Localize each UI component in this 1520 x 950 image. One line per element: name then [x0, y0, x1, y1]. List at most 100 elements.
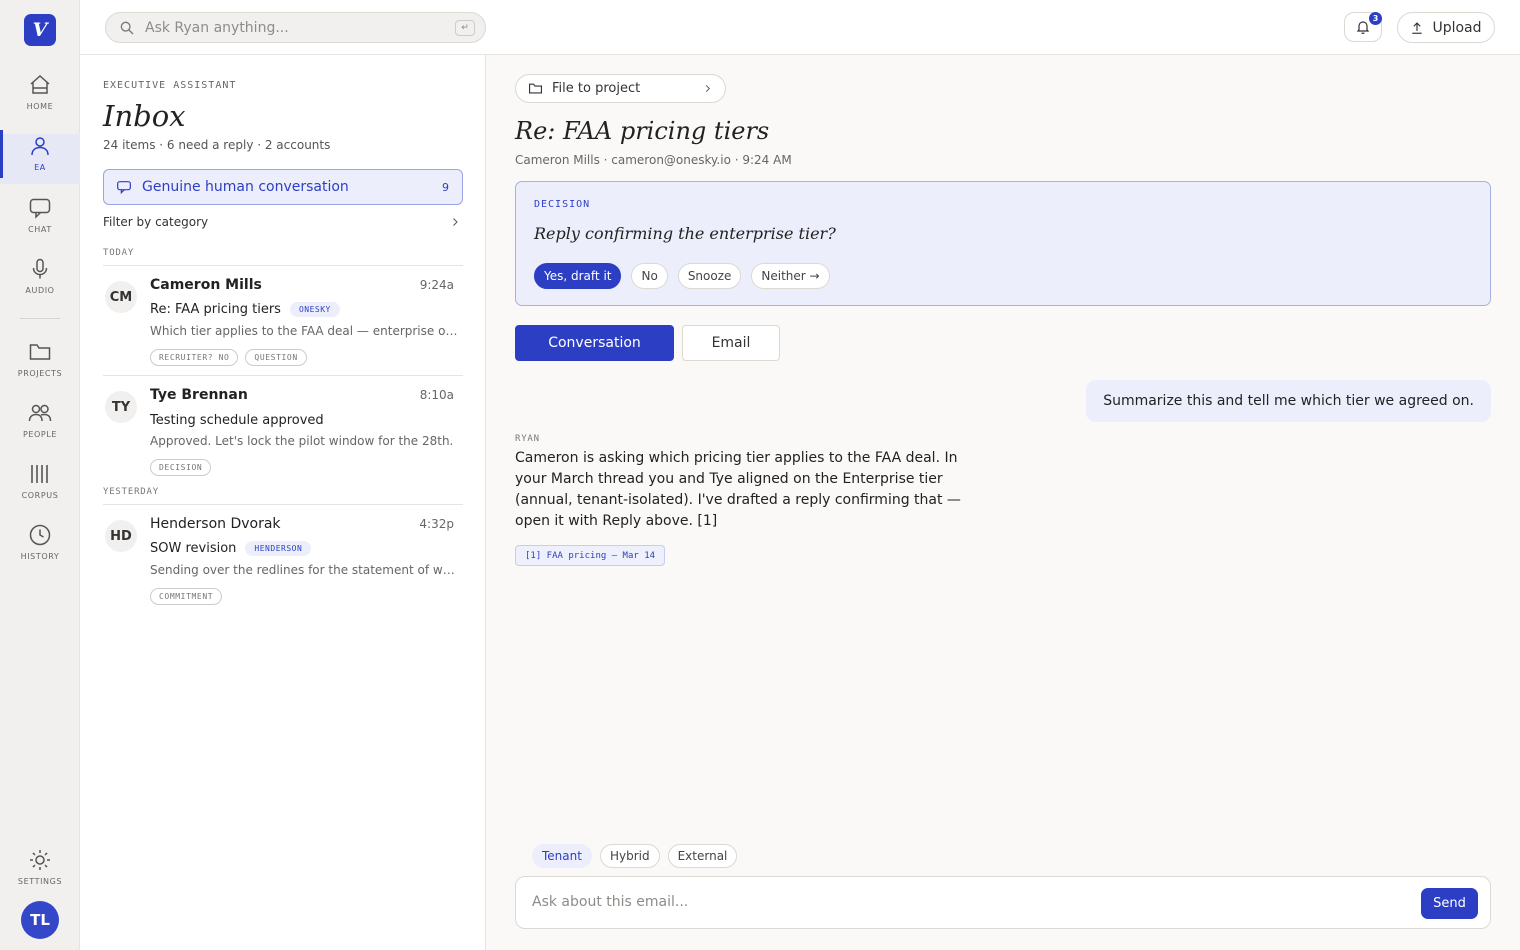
subject-text: Re: FAA pricing tiers: [150, 302, 281, 317]
folder-icon: [29, 344, 51, 360]
upload-button[interactable]: Upload: [1397, 12, 1495, 43]
upload-label: Upload: [1432, 19, 1482, 36]
nav-chat[interactable]: CHAT: [0, 196, 80, 246]
person-icon: [31, 137, 49, 156]
chat-icon: [29, 198, 51, 219]
send-button[interactable]: Send: [1421, 888, 1478, 919]
sender-name: Henderson Dvorak: [150, 516, 281, 532]
inbox-row[interactable]: HD Henderson Dvorak 4:32p SOW revision H…: [103, 504, 463, 614]
inbox-row[interactable]: CM Cameron Mills 9:24a Re: FAA pricing t…: [103, 265, 463, 375]
tab-conversation[interactable]: Conversation: [515, 325, 674, 361]
inbox-pane: EXECUTIVE ASSISTANT Inbox 24 items · 6 n…: [80, 55, 486, 950]
nav-settings[interactable]: SETTINGS: [0, 848, 80, 898]
nav-people-label: PEOPLE: [22, 430, 58, 439]
chevron-right-icon: [705, 84, 710, 93]
upload-icon: [1412, 21, 1423, 34]
message-time: 4:32p: [419, 517, 454, 531]
nav-history-label: HISTORY: [20, 552, 60, 561]
filter-count: 9: [442, 180, 449, 194]
inbox-title: Inbox: [103, 99, 186, 133]
filter-by-category[interactable]: Filter by category: [103, 215, 461, 229]
tag-list: DECISION: [150, 459, 212, 476]
tag: COMMITMENT: [150, 588, 223, 605]
group-label-yesterday: YESTERDAY: [103, 487, 159, 497]
nav-audio-label: AUDIO: [25, 286, 55, 295]
message-preview: Sending over the redlines for the statem…: [150, 563, 460, 577]
account-badge: HENDERSON: [245, 541, 312, 556]
nav-chat-label: CHAT: [28, 225, 52, 234]
search-icon: [120, 21, 134, 34]
scope-selector: Tenant Hybrid External: [532, 844, 738, 868]
top-bar: ↵ 3 Upload: [80, 0, 1520, 55]
snooze-button[interactable]: Snooze: [677, 263, 742, 289]
nav-divider: [20, 318, 60, 319]
tab-email[interactable]: Email: [682, 325, 780, 361]
assistant-name: RYAN: [515, 434, 540, 444]
filter-by-category-label: Filter by category: [103, 215, 209, 229]
nav-corpus[interactable]: CORPUS: [0, 462, 80, 512]
microphone-icon: [32, 258, 48, 279]
tag: QUESTION: [245, 349, 307, 366]
notifications-button[interactable]: 3: [1344, 12, 1382, 42]
scope-external[interactable]: External: [667, 844, 738, 868]
nav-ea[interactable]: EA: [0, 130, 80, 184]
group-label-today: TODAY: [103, 248, 135, 258]
sender-name: Tye Brennan: [150, 387, 248, 403]
human-conversation-filter[interactable]: Genuine human conversation 9: [103, 169, 463, 205]
sender-avatar: CM: [105, 281, 137, 313]
notifications-badge: 3: [1369, 12, 1382, 25]
tag-list: COMMITMENT: [150, 588, 223, 605]
assistant-message: Cameron is asking which pricing tier app…: [515, 450, 961, 529]
message-time: 9:24a: [419, 278, 454, 292]
message-time: 8:10a: [419, 388, 454, 402]
sender-name: Cameron Mills: [150, 277, 262, 293]
nav-history[interactable]: HISTORY: [0, 523, 80, 573]
message-sender-line: Cameron Mills · cameron@onesky.io · 9:24…: [515, 153, 792, 167]
subject-text: Testing schedule approved: [150, 413, 324, 428]
bell-icon: [1356, 21, 1370, 35]
message-preview: Which tier applies to the FAA deal — ent…: [150, 324, 460, 338]
nav-projects-label: PROJECTS: [17, 369, 63, 378]
nav-ea-label: EA: [34, 163, 46, 172]
sender-avatar: HD: [105, 520, 137, 552]
message-subject-title: Re: FAA pricing tiers: [515, 117, 770, 145]
message-subject: SOW revision HENDERSON: [150, 541, 312, 556]
composer-input[interactable]: [532, 894, 1392, 910]
chat-icon: [117, 181, 131, 195]
enter-key-hint: ↵: [455, 20, 475, 36]
file-to-project-button[interactable]: File to project: [515, 74, 726, 103]
nav-projects[interactable]: PROJECTS: [0, 340, 80, 390]
sender-avatar: TY: [105, 391, 137, 423]
app-logo[interactable]: V: [24, 14, 56, 46]
people-icon: [28, 404, 52, 422]
nav-corpus-label: CORPUS: [21, 491, 59, 500]
citation-chip[interactable]: [1] FAA pricing — Mar 14: [515, 545, 666, 566]
clock-icon: [29, 524, 51, 546]
tag-list: RECRUITER? NO QUESTION: [150, 349, 307, 366]
global-search[interactable]: ↵: [105, 12, 486, 43]
nav-people[interactable]: PEOPLE: [0, 401, 80, 451]
inbox-meta: 24 items · 6 need a reply · 2 accounts: [103, 138, 331, 152]
left-rail: V HOME EA CHAT AUDIO PROJECTS PEOPLE COR…: [0, 0, 80, 950]
yes-draft-it-button[interactable]: Yes, draft it: [534, 263, 622, 289]
search-input[interactable]: [145, 19, 435, 36]
inbox-row[interactable]: TY Tye Brennan 8:10a Testing schedule ap…: [103, 375, 463, 485]
nav-settings-label: SETTINGS: [17, 877, 63, 886]
account-badge: ONESKY: [289, 302, 340, 317]
scope-hybrid[interactable]: Hybrid: [599, 844, 660, 868]
user-message-bubble: Summarize this and tell me which tier we…: [1086, 380, 1491, 422]
neither-button[interactable]: Neither →: [751, 263, 830, 289]
nav-audio[interactable]: AUDIO: [0, 257, 80, 307]
inbox-eyebrow: EXECUTIVE ASSISTANT: [103, 80, 237, 91]
folder-icon: [529, 83, 542, 94]
no-button[interactable]: No: [631, 263, 668, 289]
nav-home[interactable]: HOME: [0, 73, 80, 123]
decision-options: Yes, draft it No Snooze Neither →: [534, 263, 830, 289]
corpus-icon: [31, 465, 48, 483]
tag: RECRUITER? NO: [150, 349, 239, 366]
chevron-right-icon: [453, 218, 458, 226]
decision-kicker: DECISION: [534, 199, 591, 210]
user-avatar[interactable]: TL: [21, 901, 59, 939]
scope-tenant[interactable]: Tenant: [532, 844, 592, 868]
tag: DECISION: [150, 459, 212, 476]
